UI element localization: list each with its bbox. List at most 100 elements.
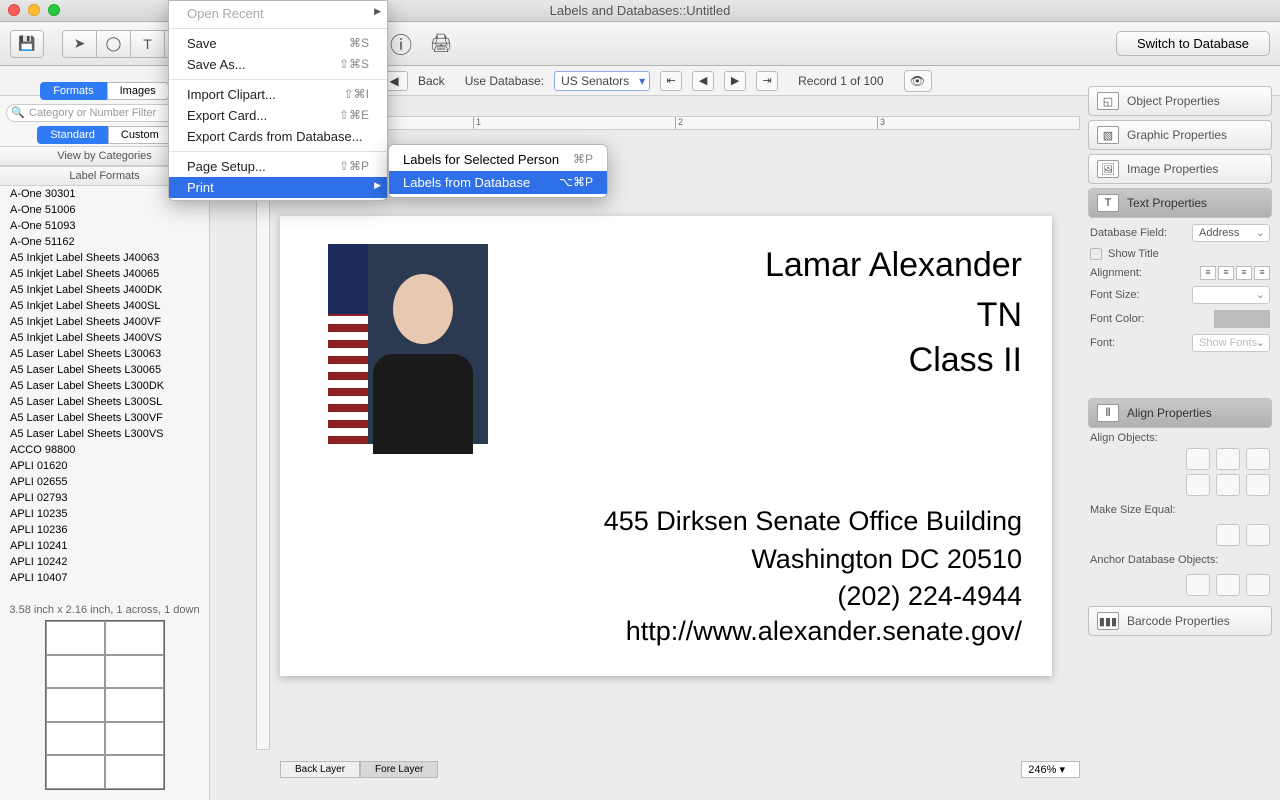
maximize-icon[interactable] — [48, 4, 60, 16]
dbfield-select[interactable]: Address — [1192, 224, 1270, 242]
tab-standard[interactable]: Standard — [37, 126, 108, 144]
tab-custom[interactable]: Custom — [108, 126, 172, 144]
submenu-labels-selected[interactable]: Labels for Selected Person⌘P — [389, 148, 607, 171]
barcode-properties-header[interactable]: ▮▮▮Barcode Properties — [1088, 606, 1272, 636]
anchor-btn3[interactable] — [1246, 574, 1270, 596]
list-item[interactable]: APLI 10236 — [0, 522, 209, 538]
fontcolor-label: Font Color: — [1090, 313, 1144, 325]
circle-tool-icon[interactable]: ◯ — [96, 30, 130, 58]
align-btn5[interactable] — [1216, 474, 1240, 496]
list-item[interactable]: A5 Inkjet Label Sheets J40063 — [0, 250, 209, 266]
list-item[interactable]: APLI 10235 — [0, 506, 209, 522]
align-btn3[interactable] — [1246, 448, 1270, 470]
list-item[interactable]: A-One 51162 — [0, 234, 209, 250]
first-record-icon[interactable]: ⇤ — [660, 71, 682, 91]
person-photo[interactable] — [328, 244, 488, 444]
list-item[interactable]: A5 Inkjet Label Sheets J400VF — [0, 314, 209, 330]
text-tool-icon[interactable]: T — [130, 30, 164, 58]
list-item[interactable]: APLI 10241 — [0, 538, 209, 554]
save-icon[interactable]: 💾 — [10, 30, 44, 58]
menu-save-as[interactable]: Save As...⇧⌘S — [169, 54, 387, 75]
list-item[interactable]: APLI 02793 — [0, 490, 209, 506]
show-title-label: Show Title — [1108, 248, 1159, 260]
list-item[interactable]: A5 Inkjet Label Sheets J400DK — [0, 282, 209, 298]
menu-page-setup[interactable]: Page Setup...⇧⌘P — [169, 156, 387, 177]
size-btn1[interactable] — [1216, 524, 1240, 546]
list-item[interactable]: A5 Inkjet Label Sheets J40065 — [0, 266, 209, 282]
object-properties-header[interactable]: ◱Object Properties — [1088, 86, 1272, 116]
list-item[interactable]: A5 Laser Label Sheets L300VS — [0, 426, 209, 442]
align-btn1[interactable] — [1186, 448, 1210, 470]
list-item[interactable]: APLI 02655 — [0, 474, 209, 490]
list-item[interactable]: A-One 51006 — [0, 202, 209, 218]
align-icon: ⫴ — [1097, 404, 1119, 422]
preview-icon[interactable]: 👁 — [904, 70, 932, 92]
info-icon[interactable]: ⓘ — [384, 30, 418, 58]
list-item[interactable]: APLI 10242 — [0, 554, 209, 570]
state-text[interactable]: TN — [977, 296, 1022, 335]
fontsize-input[interactable] — [1192, 286, 1270, 304]
address1-text[interactable]: 455 Dirksen Senate Office Building — [604, 506, 1022, 537]
use-database-label: Use Database: — [465, 74, 544, 88]
pointer-tool-icon[interactable]: ➤ — [62, 30, 96, 58]
list-item[interactable]: A-One 51093 — [0, 218, 209, 234]
menu-export-cards-db[interactable]: Export Cards from Database... — [169, 126, 387, 147]
menu-print[interactable]: Print — [169, 177, 387, 198]
fore-layer-tab[interactable]: Fore Layer — [360, 761, 438, 778]
switch-database-button[interactable]: Switch to Database — [1116, 31, 1270, 56]
fontcolor-swatch[interactable] — [1214, 310, 1270, 328]
list-item[interactable]: ACCO 98800 — [0, 442, 209, 458]
show-title-checkbox[interactable] — [1090, 248, 1102, 260]
address2-text[interactable]: Washington DC 20510 — [751, 544, 1022, 575]
barcode-icon: ▮▮▮ — [1097, 612, 1119, 630]
list-item[interactable]: APLI 01620 — [0, 458, 209, 474]
menu-import-clipart[interactable]: Import Clipart...⇧⌘I — [169, 84, 387, 105]
tab-formats[interactable]: Formats — [40, 82, 106, 100]
submenu-labels-database[interactable]: Labels from Database⌥⌘P — [389, 171, 607, 194]
align-btn6[interactable] — [1246, 474, 1270, 496]
text-properties-header[interactable]: TText Properties — [1088, 188, 1272, 218]
zoom-select[interactable]: 246% ▾ — [1021, 761, 1080, 778]
align-btn2[interactable] — [1216, 448, 1240, 470]
showfonts-button[interactable]: Show Fonts — [1192, 334, 1270, 352]
menu-export-card[interactable]: Export Card...⇧⌘E — [169, 105, 387, 126]
align-right-icon[interactable]: ≡ — [1236, 266, 1252, 280]
list-item[interactable]: A5 Laser Label Sheets L30065 — [0, 362, 209, 378]
list-item[interactable]: A5 Inkjet Label Sheets J400VS — [0, 330, 209, 346]
anchor-btn1[interactable] — [1186, 574, 1210, 596]
menu-open-recent[interactable]: Open Recent — [169, 3, 387, 24]
align-left-icon[interactable]: ≡ — [1200, 266, 1216, 280]
align-center-icon[interactable]: ≡ — [1218, 266, 1234, 280]
size-btn2[interactable] — [1246, 524, 1270, 546]
tab-images[interactable]: Images — [107, 82, 169, 100]
anchor-btn2[interactable] — [1216, 574, 1240, 596]
list-item[interactable]: A5 Laser Label Sheets L300SL — [0, 394, 209, 410]
label-page[interactable]: Lamar Alexander TN Class II 455 Dirksen … — [280, 216, 1052, 676]
text-icon: T — [1097, 194, 1119, 212]
minimize-icon[interactable] — [28, 4, 40, 16]
close-icon[interactable] — [8, 4, 20, 16]
graphic-properties-header[interactable]: ▧Graphic Properties — [1088, 120, 1272, 150]
print-icon[interactable]: 🖨 — [424, 30, 458, 58]
menu-save[interactable]: Save⌘S — [169, 33, 387, 54]
back-layer-tab[interactable]: Back Layer — [280, 761, 360, 778]
list-item[interactable]: A5 Laser Label Sheets L300VF — [0, 410, 209, 426]
format-list[interactable]: A-One 30301A-One 51006A-One 51093A-One 5… — [0, 186, 209, 586]
next-record-icon[interactable]: ▶ — [724, 71, 746, 91]
list-item[interactable]: APLI 10407 — [0, 570, 209, 586]
url-text[interactable]: http://www.alexander.senate.gov/ — [626, 616, 1022, 647]
dbfield-label: Database Field: — [1090, 227, 1167, 239]
image-properties-header[interactable]: 🖼Image Properties — [1088, 154, 1272, 184]
align-btn4[interactable] — [1186, 474, 1210, 496]
class-text[interactable]: Class II — [909, 341, 1022, 380]
prev-record-icon[interactable]: ◀ — [692, 71, 714, 91]
align-justify-icon[interactable]: ≡ — [1254, 266, 1270, 280]
database-select[interactable]: US Senators — [554, 71, 650, 91]
name-text[interactable]: Lamar Alexander — [765, 246, 1022, 285]
list-item[interactable]: A5 Inkjet Label Sheets J400SL — [0, 298, 209, 314]
align-properties-header[interactable]: ⫴Align Properties — [1088, 398, 1272, 428]
list-item[interactable]: A5 Laser Label Sheets L30063 — [0, 346, 209, 362]
last-record-icon[interactable]: ⇥ — [756, 71, 778, 91]
phone-text[interactable]: (202) 224-4944 — [837, 581, 1022, 612]
list-item[interactable]: A5 Laser Label Sheets L300DK — [0, 378, 209, 394]
